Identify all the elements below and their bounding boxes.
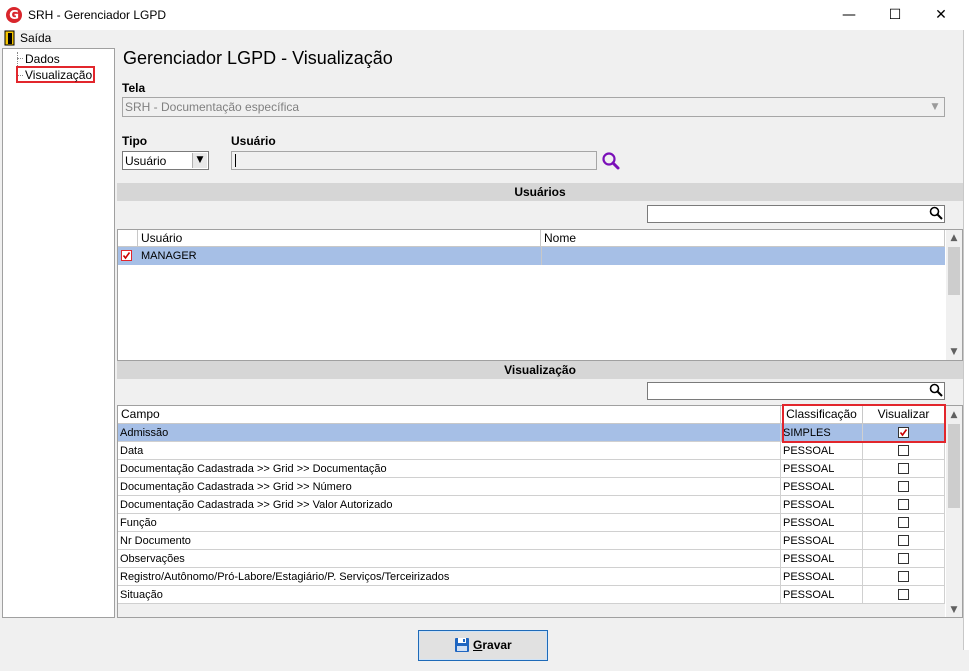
- table-row[interactable]: Função PESSOAL: [118, 514, 945, 532]
- visualizar-cell: [863, 496, 945, 514]
- usuarios-grid-check-header: [118, 230, 138, 247]
- tree-item-dados[interactable]: Dados: [25, 52, 60, 66]
- campo-cell: Nr Documento: [118, 532, 781, 550]
- checkmark-icon: [121, 250, 132, 261]
- campo-cell: Admissão: [118, 424, 781, 442]
- window-title: SRH - Gerenciador LGPD: [28, 8, 167, 22]
- table-row[interactable]: Documentação Cadastrada >> Grid >> Docum…: [118, 460, 945, 478]
- scrollbar-thumb[interactable]: [948, 247, 960, 295]
- visualizar-cell: [863, 568, 945, 586]
- classificacao-cell: PESSOAL: [781, 586, 863, 604]
- visualizar-cell: [863, 532, 945, 550]
- text-cursor: [235, 154, 236, 167]
- tipo-label: Tipo: [122, 134, 148, 148]
- campo-cell: Situação: [118, 586, 781, 604]
- chevron-down-icon[interactable]: ▼: [192, 153, 207, 168]
- column-header-usuario[interactable]: Usuário: [138, 230, 541, 247]
- usuario-cell: MANAGER: [141, 250, 197, 262]
- visualizar-checkbox[interactable]: [898, 589, 909, 600]
- usuario-label: Usuário: [231, 134, 276, 148]
- visualizacao-search-input[interactable]: [647, 382, 945, 400]
- campo-cell: Data: [118, 442, 781, 460]
- horizontal-scrollbar[interactable]: [118, 604, 945, 617]
- visualizar-cell: [863, 460, 945, 478]
- classificacao-cell: PESSOAL: [781, 568, 863, 586]
- classificacao-cell: PESSOAL: [781, 532, 863, 550]
- search-icon[interactable]: [929, 383, 943, 397]
- campo-cell: Observações: [118, 550, 781, 568]
- scroll-up-icon[interactable]: ▲: [946, 231, 962, 245]
- classificacao-cell: PESSOAL: [781, 460, 863, 478]
- campo-cell: Documentação Cadastrada >> Grid >> Númer…: [118, 478, 781, 496]
- classificacao-cell: PESSOAL: [781, 496, 863, 514]
- app-logo-icon: G: [6, 7, 22, 23]
- column-divider: [541, 247, 542, 265]
- visualizar-checkbox[interactable]: [898, 445, 909, 456]
- scroll-down-icon[interactable]: ▼: [946, 603, 962, 617]
- usuarios-search-input[interactable]: [647, 205, 945, 223]
- tela-value: SRH - Documentação específica: [125, 100, 300, 114]
- table-row[interactable]: Observações PESSOAL: [118, 550, 945, 568]
- navigation-tree: [2, 48, 115, 618]
- tipo-value: Usuário: [125, 154, 167, 168]
- table-row[interactable]: Situação PESSOAL: [118, 586, 945, 604]
- visualizar-cell: [863, 514, 945, 532]
- gravar-rest: ravar: [482, 638, 512, 652]
- tree-item-visualizacao[interactable]: Visualização: [25, 68, 92, 82]
- columns-highlight: [782, 404, 946, 443]
- table-row[interactable]: Registro/Autônomo/Pró-Labore/Estagiário/…: [118, 568, 945, 586]
- scroll-down-icon[interactable]: ▼: [946, 345, 962, 359]
- visualizar-cell: [863, 442, 945, 460]
- visualizar-checkbox[interactable]: [898, 553, 909, 564]
- campo-cell: Documentação Cadastrada >> Grid >> Docum…: [118, 460, 781, 478]
- table-row[interactable]: Documentação Cadastrada >> Grid >> Valor…: [118, 496, 945, 514]
- gravar-accelerator: G: [473, 638, 483, 652]
- column-header-nome[interactable]: Nome: [541, 230, 945, 247]
- menu-bar: [0, 30, 969, 48]
- page-title: Gerenciador LGPD - Visualização: [123, 48, 393, 68]
- visualizar-checkbox[interactable]: [898, 463, 909, 474]
- campo-cell: Registro/Autônomo/Pró-Labore/Estagiário/…: [118, 568, 781, 586]
- search-icon[interactable]: [929, 206, 943, 220]
- visualizacao-rows: Admissão SIMPLES Data PESSOAL Documentação C…: [118, 424, 945, 604]
- table-row[interactable]: [118, 247, 945, 265]
- save-icon: [455, 638, 469, 652]
- classificacao-cell: PESSOAL: [781, 514, 863, 532]
- usuarios-section-header: Usuários: [117, 183, 963, 201]
- visualizar-checkbox[interactable]: [898, 535, 909, 546]
- classificacao-cell: PESSOAL: [781, 442, 863, 460]
- campo-cell: Documentação Cadastrada >> Grid >> Valor…: [118, 496, 781, 514]
- maximize-button[interactable]: ☐: [872, 0, 918, 30]
- visualizacao-section-header: Visualização: [117, 361, 963, 379]
- scrollbar-thumb[interactable]: [948, 424, 960, 508]
- table-row[interactable]: Documentação Cadastrada >> Grid >> Númer…: [118, 478, 945, 496]
- close-button[interactable]: ✕: [918, 0, 964, 30]
- row-checkbox-checked[interactable]: [121, 250, 132, 261]
- table-row[interactable]: Nr Documento PESSOAL: [118, 532, 945, 550]
- menu-exit[interactable]: Saída: [20, 31, 51, 45]
- search-icon[interactable]: [601, 151, 621, 171]
- visualizar-cell: [863, 586, 945, 604]
- column-header-campo[interactable]: Campo: [118, 406, 781, 424]
- visualizar-cell: [863, 550, 945, 568]
- classificacao-cell: PESSOAL: [781, 478, 863, 496]
- classificacao-cell: PESSOAL: [781, 550, 863, 568]
- campo-cell: Função: [118, 514, 781, 532]
- visualizar-cell: [863, 478, 945, 496]
- minimize-button[interactable]: —: [826, 0, 872, 30]
- table-row[interactable]: Data PESSOAL: [118, 442, 945, 460]
- chevron-down-icon[interactable]: ▼: [928, 100, 942, 114]
- visualizar-checkbox[interactable]: [898, 517, 909, 528]
- usuario-input[interactable]: [231, 151, 597, 170]
- tela-label: Tela: [122, 81, 146, 95]
- tree-connector: [17, 58, 23, 59]
- visualizar-checkbox[interactable]: [898, 499, 909, 510]
- scroll-up-icon[interactable]: ▲: [946, 408, 962, 422]
- exit-door-icon[interactable]: [4, 30, 16, 46]
- gravar-label: Gravar: [473, 638, 512, 652]
- visualizar-checkbox[interactable]: [898, 481, 909, 492]
- visualizar-checkbox[interactable]: [898, 571, 909, 582]
- background-window-edge: [963, 30, 969, 650]
